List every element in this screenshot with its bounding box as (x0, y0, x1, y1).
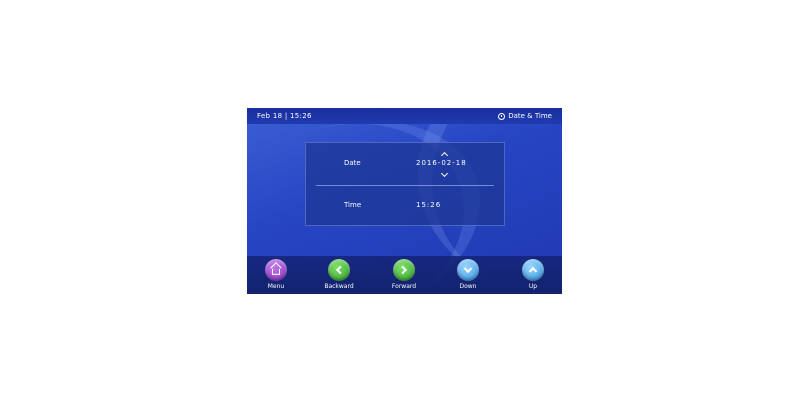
menu-button[interactable]: Menu (256, 259, 296, 293)
bottom-toolbar: Menu Backward Forward Down Up (247, 256, 562, 294)
chevron-up-icon[interactable] (440, 151, 449, 160)
up-orb (522, 259, 544, 281)
home-icon (272, 268, 280, 275)
backward-orb (328, 259, 350, 281)
forward-button[interactable]: Forward (384, 259, 424, 293)
clock-icon (498, 112, 506, 120)
up-button[interactable]: Up (513, 259, 553, 293)
device-screen: Feb 18 | 15:26 Date & Time Date 2016-02-… (247, 108, 562, 294)
status-bar: Feb 18 | 15:26 Date & Time (247, 108, 562, 124)
down-orb (457, 259, 479, 281)
time-value[interactable]: 15:26 (416, 201, 441, 209)
down-button-label: Down (459, 283, 477, 290)
time-row[interactable]: Time 15:26 (306, 189, 504, 223)
up-button-label: Up (528, 283, 538, 290)
menu-orb (265, 259, 287, 281)
date-label: Date (344, 159, 361, 167)
forward-button-label: Forward (391, 283, 417, 290)
backward-button-label: Backward (324, 283, 354, 290)
menu-button-label: Menu (267, 283, 285, 290)
page-title-text: Date & Time (508, 112, 552, 120)
time-label: Time (344, 201, 362, 209)
page-title: Date & Time (498, 108, 552, 124)
date-time-panel: Date 2016-02-18 Time 15:26 (305, 142, 505, 226)
chevron-down-icon (463, 264, 473, 274)
down-button[interactable]: Down (448, 259, 488, 293)
date-row[interactable]: Date 2016-02-18 (306, 147, 504, 181)
date-value[interactable]: 2016-02-18 (416, 159, 467, 167)
backward-button[interactable]: Backward (319, 259, 359, 293)
chevron-down-icon[interactable] (440, 169, 449, 178)
chevron-right-icon (398, 265, 408, 275)
forward-orb (393, 259, 415, 281)
chevron-left-icon (335, 265, 345, 275)
status-datetime: Feb 18 | 15:26 (257, 112, 312, 120)
chevron-up-icon (528, 266, 538, 276)
row-divider (316, 185, 494, 186)
